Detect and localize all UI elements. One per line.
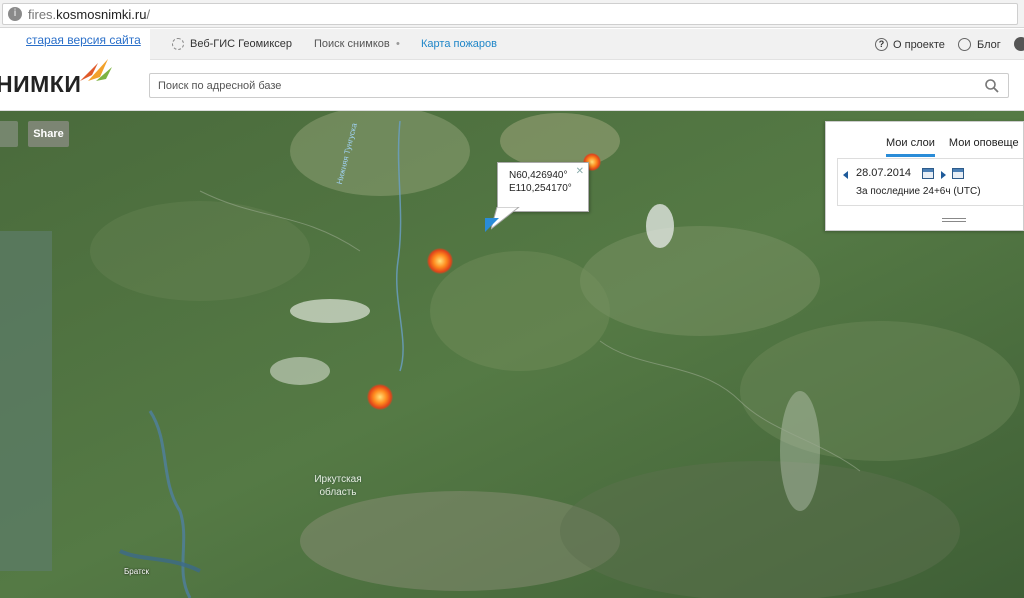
top-nav: Веб-ГИС Геомиксер Поиск снимков • Карта … xyxy=(150,29,1024,60)
tab-my-alerts[interactable]: Мои оповеще xyxy=(949,137,1019,157)
calendar-end-icon[interactable] xyxy=(952,168,964,179)
nav-label: Карта пожаров xyxy=(421,38,497,50)
fire-marker[interactable] xyxy=(427,248,453,274)
tab-my-layers[interactable]: Мои слои xyxy=(886,137,935,157)
layers-panel: Мои слои Мои оповеще 28.07.2014 За после… xyxy=(825,121,1024,231)
blog-label: Блог xyxy=(977,38,1001,51)
coordinate-popup: ✕ N60,426940° E110,254170° xyxy=(497,162,589,212)
address-search xyxy=(149,73,1009,98)
browser-url-bar: i fires.kosmosnimki.ru/ xyxy=(0,0,1024,28)
url-text[interactable]: fires.kosmosnimki.ru/ xyxy=(28,7,150,22)
resize-grip-icon[interactable] xyxy=(942,218,966,222)
nav-separator: • xyxy=(396,38,400,50)
date-value[interactable]: 28.07.2014 xyxy=(856,167,911,179)
close-icon[interactable]: ✕ xyxy=(576,165,584,178)
nav-item-image-search[interactable]: Поиск снимков xyxy=(314,38,390,50)
question-icon: ? xyxy=(875,38,888,51)
info-icon[interactable]: i xyxy=(8,7,22,21)
logo-text[interactable]: НИМКИ xyxy=(0,71,81,98)
location-marker-icon[interactable] xyxy=(485,218,499,232)
prev-date-icon[interactable] xyxy=(843,171,848,179)
date-selector: 28.07.2014 За последние 24+6ч (UTC) xyxy=(837,158,1023,206)
fire-marker[interactable] xyxy=(367,384,393,410)
search-input[interactable] xyxy=(150,74,970,97)
site-header: старая версия сайта Веб-ГИС Геомиксер По… xyxy=(0,29,1024,111)
logo-flame-icon xyxy=(80,59,112,81)
about-link[interactable]: ? О проекте xyxy=(875,38,945,51)
old-version-link[interactable]: старая версия сайта xyxy=(26,33,141,47)
nav-item-geomixer[interactable]: Веб-ГИС Геомиксер xyxy=(172,38,292,50)
locate-button[interactable] xyxy=(0,121,18,147)
city-label: Братск xyxy=(124,567,150,576)
user-icon[interactable] xyxy=(1014,37,1024,51)
search-icon[interactable] xyxy=(984,78,1000,94)
blog-link[interactable]: Блог xyxy=(958,38,1001,51)
about-label: О проекте xyxy=(893,38,945,51)
panel-tabs: Мои слои Мои оповеще xyxy=(886,137,1024,157)
next-date-icon[interactable] xyxy=(941,171,946,179)
popup-longitude: E110,254170° xyxy=(509,183,572,194)
period-text: За последние 24+6ч (UTC) xyxy=(856,186,981,197)
region-label: Иркутская область xyxy=(314,474,362,498)
nav-item-fire-map[interactable]: Карта пожаров xyxy=(421,38,497,50)
calendar-icon[interactable] xyxy=(922,168,934,179)
blog-icon xyxy=(958,38,971,51)
share-button[interactable]: Share xyxy=(28,121,69,147)
address-field[interactable]: i fires.kosmosnimki.ru/ xyxy=(2,3,1018,25)
nav-label: Поиск снимков xyxy=(314,38,390,50)
nav-label: Веб-ГИС Геомиксер xyxy=(190,38,292,50)
geomixer-icon xyxy=(172,38,184,50)
